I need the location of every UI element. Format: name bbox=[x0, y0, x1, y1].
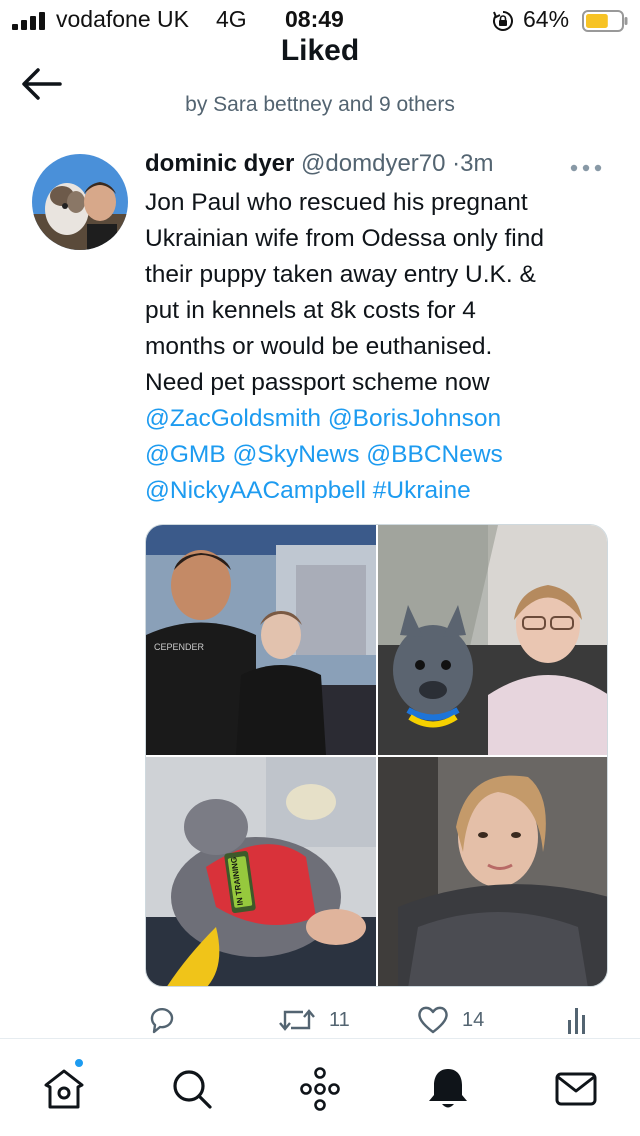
analytics-button[interactable] bbox=[566, 1002, 592, 1038]
mention-nickyaacampbell[interactable]: @NickyAACampbell bbox=[145, 477, 366, 504]
timestamp-separator: · bbox=[452, 150, 461, 177]
liked-by-summary[interactable]: by Sara bettney and 9 others bbox=[0, 93, 640, 117]
mention-line: @GMB @SkyNews @BBCNews bbox=[145, 437, 615, 473]
retweet-icon bbox=[279, 1009, 315, 1031]
shirt-text: CEPENDER bbox=[154, 642, 205, 652]
cellular-signal-icon bbox=[12, 12, 45, 30]
mention-line: @ZacGoldsmith @BorisJohnson bbox=[145, 401, 615, 437]
like-count: 14 bbox=[462, 1008, 485, 1031]
photo-puppy-in-harness[interactable]: IN TRAINING bbox=[146, 757, 376, 986]
retweet-count: 11 bbox=[329, 1008, 350, 1031]
mention-zacgoldsmith[interactable]: @ZacGoldsmith bbox=[145, 405, 321, 432]
reply-button[interactable] bbox=[146, 1002, 190, 1038]
analytics-icon bbox=[568, 1008, 585, 1034]
bottom-navigation bbox=[0, 1038, 640, 1136]
battery-percent: 64% bbox=[523, 6, 570, 32]
network-type: 4G bbox=[216, 6, 247, 32]
tweet-text: Jon Paul who rescued his pregnant Ukrain… bbox=[145, 185, 615, 509]
rotation-lock-icon bbox=[493, 11, 513, 31]
photo-couple-on-train[interactable]: CEPENDER bbox=[146, 525, 376, 755]
retweet-button[interactable]: 11 bbox=[277, 1002, 350, 1038]
mention-bbcnews[interactable]: @BBCNews bbox=[366, 441, 503, 468]
notifications-bell-icon[interactable] bbox=[424, 1065, 472, 1113]
tweet-text-line: put in kennels at 8k costs for 4 bbox=[145, 297, 476, 324]
photo-woman-with-puppy-in-car[interactable] bbox=[378, 525, 607, 755]
tweet-media-grid: CEPENDER IN TRAINING bbox=[145, 524, 608, 987]
carrier-name: vodafone UK bbox=[56, 6, 189, 32]
author-avatar[interactable] bbox=[32, 154, 128, 250]
tweet-timestamp[interactable]: 3m bbox=[460, 150, 493, 177]
more-dots-icon[interactable] bbox=[566, 158, 606, 178]
mention-line: @NickyAACampbell #Ukraine bbox=[145, 473, 615, 509]
messages-envelope-icon[interactable] bbox=[552, 1065, 600, 1113]
author-handle[interactable]: @domdyer70 bbox=[301, 150, 445, 177]
photo-woman-selfie[interactable] bbox=[378, 757, 607, 986]
tweet-text-line: their puppy taken away entry U.K. & bbox=[145, 261, 536, 288]
home-notification-dot bbox=[73, 1057, 85, 1069]
tweet-text-line: Ukrainian wife from Odessa only find bbox=[145, 225, 544, 252]
author-name[interactable]: dominic dyer bbox=[145, 150, 294, 177]
hashtag-ukraine[interactable]: #Ukraine bbox=[373, 477, 471, 504]
search-icon[interactable] bbox=[168, 1065, 216, 1113]
tweet-text-line: Need pet passport scheme now bbox=[145, 369, 490, 396]
status-time: 08:49 bbox=[285, 6, 344, 32]
like-heart-icon bbox=[418, 1006, 448, 1034]
tweet-text-line: Jon Paul who rescued his pregnant bbox=[145, 189, 528, 216]
mention-skynews[interactable]: @SkyNews bbox=[233, 441, 360, 468]
like-button[interactable]: 14 bbox=[416, 1002, 484, 1038]
battery-icon bbox=[582, 10, 628, 32]
spaces-icon[interactable] bbox=[296, 1065, 344, 1113]
home-icon[interactable] bbox=[40, 1065, 88, 1113]
mention-gmb[interactable]: @GMB bbox=[145, 441, 226, 468]
tweet-author-line: dominic dyer @domdyer70 ·3m bbox=[145, 150, 494, 184]
tweet-text-line: months or would be euthanised. bbox=[145, 333, 493, 360]
mention-borisjohnson[interactable]: @BorisJohnson bbox=[328, 405, 501, 432]
page-title: Liked bbox=[280, 34, 360, 67]
reply-icon bbox=[150, 1007, 174, 1034]
